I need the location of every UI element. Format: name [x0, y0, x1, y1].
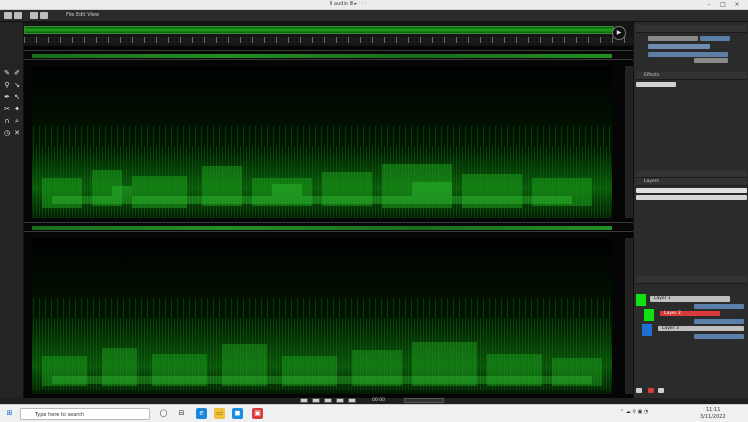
property-row-2[interactable]: [648, 44, 710, 49]
taskbar: ⊞ Type here to search ◯ ⊟ e ▭ ◼ ▣ ⌃ ☁ ⚲ …: [0, 404, 748, 422]
app-icon[interactable]: ▣: [252, 408, 263, 419]
overview-waveform[interactable]: [24, 26, 614, 34]
layer-1-opacity[interactable]: [694, 304, 744, 309]
spectrogram-channel-1[interactable]: [32, 66, 612, 218]
mute-icon[interactable]: ✕: [13, 130, 21, 137]
clock-time[interactable]: 11:11: [706, 407, 720, 413]
layer-row-sub[interactable]: [636, 195, 747, 200]
right-panel: Effects Layers Layer 1 Layer 2 Layer 3: [633, 22, 748, 400]
layer-row-2[interactable]: Layer 2: [660, 311, 720, 316]
task-view-icon[interactable]: ◯: [158, 408, 169, 419]
play-button[interactable]: ▶: [612, 26, 626, 40]
track-1-waveform[interactable]: [24, 50, 633, 60]
transport-play[interactable]: [312, 398, 320, 403]
layer-2-label: Layer 2: [664, 311, 681, 316]
menu-icon-3[interactable]: [30, 12, 38, 19]
dropper-icon[interactable]: ⚲: [3, 82, 11, 89]
search-placeholder: Type here to search: [35, 412, 85, 418]
property-row-4[interactable]: [694, 58, 728, 63]
vertical-scrollbar-2[interactable]: [625, 238, 633, 394]
transport-stop[interactable]: [324, 398, 332, 403]
track-2-waveform[interactable]: [24, 222, 633, 232]
window-title: Ⅱ audio Ⅲ ▸ ‧ ‧ ‧: [330, 1, 367, 7]
transport-time: 00:00: [372, 398, 385, 403]
menu-bar: File Edit View: [0, 10, 748, 22]
start-icon[interactable]: ⊞: [4, 408, 15, 419]
track-1-wavebar: [32, 54, 612, 58]
panel-btn-more[interactable]: [658, 388, 664, 393]
layer-3-label: Layer 3: [662, 326, 679, 331]
folder-icon[interactable]: ▭: [214, 408, 225, 419]
layer-row-1[interactable]: Layer 1: [650, 296, 730, 302]
layer-2-opacity[interactable]: [694, 319, 744, 324]
pen-icon[interactable]: ✒: [3, 94, 11, 101]
vertical-scrollbar-1[interactable]: [625, 66, 633, 218]
maximize-button[interactable]: □: [720, 1, 726, 8]
panel-btn-new[interactable]: [636, 388, 642, 393]
transport-rewind[interactable]: [300, 398, 308, 403]
store-icon[interactable]: ◼: [232, 408, 243, 419]
time-ruler[interactable]: [24, 37, 633, 43]
line-icon[interactable]: ↖: [13, 94, 21, 101]
hand-icon[interactable]: ∩: [3, 118, 11, 125]
title-bar: Ⅱ audio Ⅲ ▸ ‧ ‧ ‧ – □ ×: [0, 0, 748, 10]
panel-header-channels: [636, 170, 747, 178]
track-2-wavebar: [32, 226, 612, 230]
clock-date[interactable]: 3/11/2022: [700, 414, 726, 420]
panel-header-layers-list: [636, 276, 747, 284]
layer-row-header[interactable]: [636, 188, 747, 193]
zoom-icon[interactable]: ⌕: [13, 118, 21, 125]
menu-icon-1[interactable]: [4, 12, 12, 19]
zoom-controls[interactable]: [404, 398, 444, 403]
timeline-strip[interactable]: [24, 22, 633, 46]
widgets-icon[interactable]: ⊟: [176, 408, 187, 419]
layer-thumb-2[interactable]: [644, 309, 654, 321]
eraser-icon[interactable]: ✐: [13, 70, 21, 77]
app-window: Ⅱ audio Ⅲ ▸ ‧ ‧ ‧ – □ × File Edit View ✎…: [0, 0, 748, 422]
spectrogram-channel-2[interactable]: [32, 238, 612, 394]
property-row-3[interactable]: [648, 52, 728, 57]
transport-record[interactable]: [336, 398, 344, 403]
spectrogram-view[interactable]: [24, 46, 633, 398]
menu-icon-4[interactable]: [40, 12, 48, 19]
lasso-icon[interactable]: ↘: [13, 82, 21, 89]
layer-3-opacity[interactable]: [694, 334, 744, 339]
tool-palette: ✎ ✐ ⚲ ↘ ✒ ↖ ✂ ✦ ∩ ⌕ ◷ ✕: [0, 22, 24, 400]
brush-icon[interactable]: ✎: [3, 70, 11, 77]
search-box[interactable]: Type here to search: [20, 408, 150, 420]
property-value-1[interactable]: [700, 36, 730, 41]
layer-thumb-3[interactable]: [642, 324, 652, 336]
layer-row-3[interactable]: Layer 3: [658, 326, 744, 331]
panel-header-properties: [636, 25, 747, 33]
panel-header-effects: Effects: [636, 72, 747, 80]
effects-title: Effects: [644, 73, 660, 78]
menu-text[interactable]: File Edit View: [66, 12, 99, 18]
layers-title: Layers: [644, 179, 659, 184]
layer-thumb-1[interactable]: [636, 294, 646, 306]
effects-item[interactable]: [636, 82, 676, 87]
tray-icons[interactable]: ⌃ ☁ ⚲ ▣ ◔: [620, 409, 648, 415]
transport-loop[interactable]: [348, 398, 356, 403]
magic-icon[interactable]: ✦: [13, 106, 21, 113]
menu-icon-2[interactable]: [14, 12, 22, 19]
panel-header-layers: Layers: [636, 178, 747, 186]
minimize-button[interactable]: –: [706, 1, 712, 8]
select-icon[interactable]: ✂: [3, 106, 11, 113]
property-row-1[interactable]: [648, 36, 698, 41]
layer-1-label: Layer 1: [654, 296, 671, 301]
edge-icon[interactable]: e: [196, 408, 207, 419]
close-button[interactable]: ×: [734, 1, 740, 8]
panel-btn-delete[interactable]: [648, 388, 654, 393]
clock-icon[interactable]: ◷: [3, 130, 11, 137]
